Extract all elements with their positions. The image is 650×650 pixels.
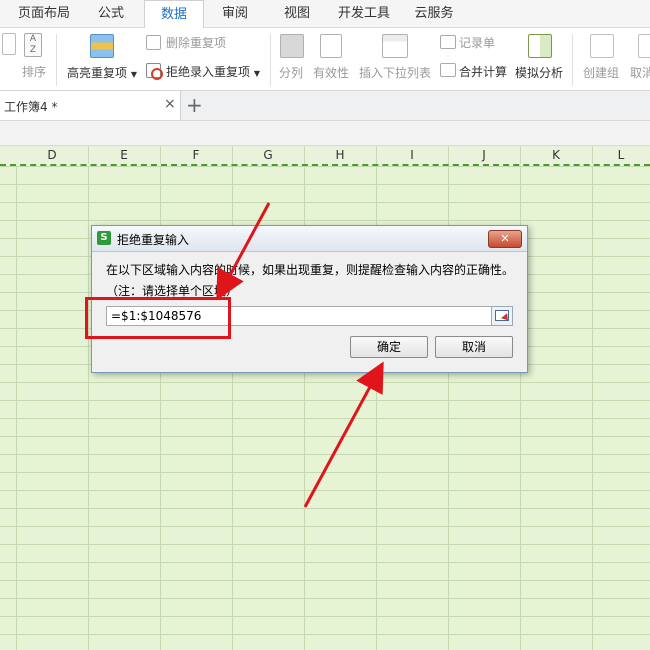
document-tab[interactable]: 工作簿4 * × bbox=[0, 91, 181, 120]
dialog-message: 在以下区域输入内容的时候，如果出现重复，则提醒检查输入内容的正确性。 bbox=[106, 263, 515, 277]
tab-formula[interactable]: 公式 bbox=[84, 0, 138, 27]
column-header[interactable]: K bbox=[520, 146, 593, 164]
formula-bar bbox=[0, 121, 650, 146]
column-header[interactable]: J bbox=[448, 146, 521, 164]
reject-duplicates-icon bbox=[146, 63, 163, 80]
tab-developer[interactable]: 开发工具 bbox=[334, 0, 394, 27]
ribbon: AZ 排序 高亮重复项 ▼ 删除重复项 拒绝录入重复项 ▼ 分列 有效性 插入下… bbox=[0, 28, 650, 91]
column-header[interactable]: E bbox=[88, 146, 161, 164]
ok-button[interactable]: 确定 bbox=[350, 336, 428, 358]
column-header[interactable]: D bbox=[16, 146, 89, 164]
cancel-button[interactable]: 取消 bbox=[435, 336, 513, 358]
split-icon[interactable] bbox=[280, 34, 304, 58]
tab-review[interactable]: 审阅 bbox=[210, 0, 260, 27]
dialog-title: 拒绝重复输入 bbox=[117, 233, 190, 247]
annotation-highlight-box bbox=[85, 297, 231, 339]
document-tab-bar: 工作簿4 * × + bbox=[0, 91, 650, 121]
column-header[interactable]: L bbox=[592, 146, 650, 164]
sort-button[interactable]: 排序 bbox=[22, 63, 46, 80]
close-icon[interactable]: ✕ bbox=[488, 230, 522, 248]
merge-calc-button[interactable]: 合并计算 bbox=[459, 63, 507, 80]
validity-icon[interactable] bbox=[320, 34, 342, 58]
reject-duplicates-button[interactable]: 拒绝录入重复项 ▼ bbox=[166, 63, 260, 80]
highlight-duplicates-icon[interactable] bbox=[90, 34, 114, 58]
menu-bar: 页面布局 公式 数据 审阅 视图 开发工具 云服务 bbox=[0, 0, 650, 29]
delete-duplicates-button[interactable]: 删除重复项 bbox=[166, 34, 226, 51]
reject-duplicates-label: 拒绝录入重复项 bbox=[166, 65, 251, 79]
document-tab-title: 工作簿4 * bbox=[4, 100, 58, 114]
range-select-icon[interactable] bbox=[491, 306, 513, 326]
column-header[interactable]: H bbox=[304, 146, 377, 164]
record-form-icon bbox=[440, 35, 456, 49]
ungroup-icon[interactable] bbox=[638, 34, 650, 58]
insert-dropdown-button[interactable]: 插入下拉列表 bbox=[359, 64, 431, 81]
sort-az-icon[interactable]: AZ bbox=[24, 33, 42, 57]
chevron-down-icon: ▼ bbox=[130, 70, 137, 79]
merge-calc-icon bbox=[440, 63, 456, 77]
chevron-down-icon: ▼ bbox=[253, 69, 260, 78]
column-header[interactable]: F bbox=[160, 146, 233, 164]
tab-view[interactable]: 视图 bbox=[272, 0, 322, 27]
column-header[interactable]: G bbox=[232, 146, 305, 164]
validity-button[interactable]: 有效性 bbox=[313, 64, 349, 81]
tab-page-layout[interactable]: 页面布局 bbox=[8, 0, 80, 27]
column-header-row: D E F G H I J K L bbox=[0, 146, 650, 166]
app-logo-icon: S bbox=[97, 231, 111, 245]
tab-cloud[interactable]: 云服务 bbox=[404, 0, 464, 27]
highlight-duplicates-button[interactable]: 高亮重复项 ▼ bbox=[67, 64, 137, 81]
dropdown-list-icon[interactable] bbox=[382, 34, 408, 58]
filter-icon bbox=[2, 33, 16, 55]
ribbon-separator bbox=[572, 34, 573, 86]
new-tab-plus-icon[interactable]: + bbox=[186, 93, 203, 117]
create-group-button[interactable]: 创建组 bbox=[583, 64, 619, 81]
tab-data[interactable]: 数据 bbox=[144, 0, 204, 29]
simulate-analysis-button[interactable]: 模拟分析 bbox=[515, 64, 563, 81]
simulate-analysis-icon[interactable] bbox=[528, 34, 552, 58]
highlight-duplicates-label: 高亮重复项 bbox=[67, 66, 128, 80]
dialog-title-bar[interactable]: S 拒绝重复输入 ✕ bbox=[92, 226, 527, 252]
column-header[interactable]: I bbox=[376, 146, 449, 164]
split-button[interactable]: 分列 bbox=[279, 64, 303, 81]
ungroup-button[interactable]: 取消 bbox=[630, 64, 650, 81]
close-icon[interactable]: × bbox=[164, 96, 176, 112]
create-group-icon[interactable] bbox=[590, 34, 614, 58]
ribbon-separator bbox=[56, 34, 57, 86]
delete-duplicates-icon bbox=[146, 35, 161, 50]
record-form-button[interactable]: 记录单 bbox=[459, 34, 495, 51]
ribbon-separator bbox=[270, 34, 271, 86]
